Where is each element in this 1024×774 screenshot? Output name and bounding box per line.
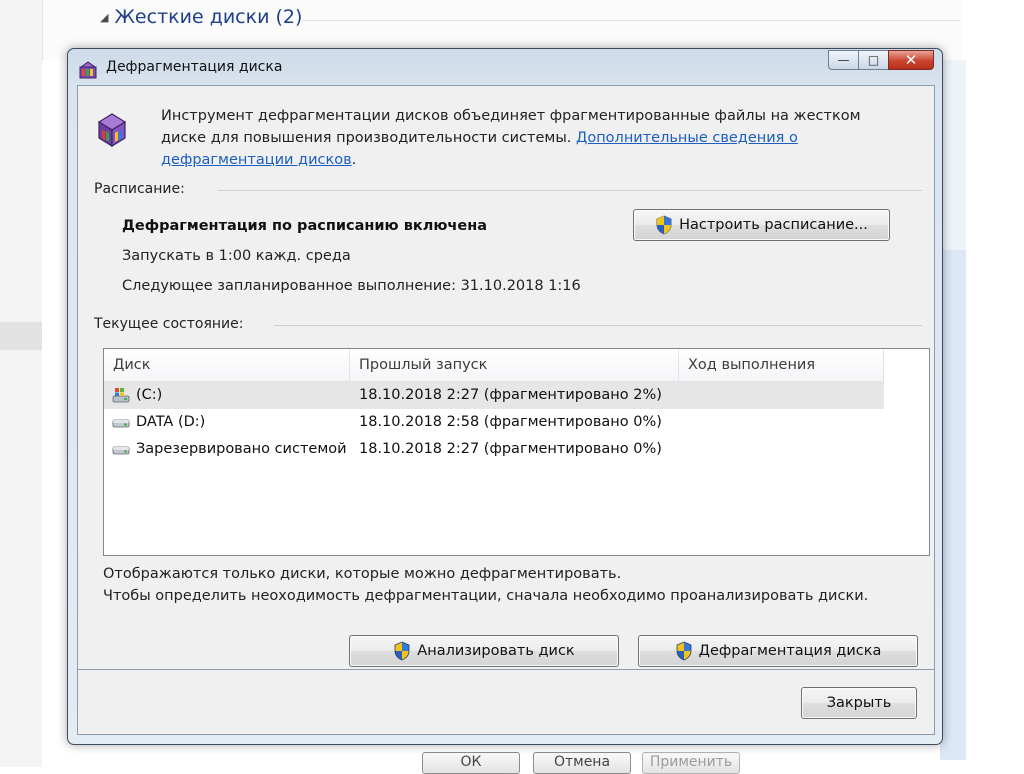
disk-name: DATA (D:) [136, 414, 206, 430]
defrag-app-icon [79, 61, 97, 79]
drive-icon [112, 446, 130, 455]
uac-shield-icon [394, 641, 410, 661]
disk-list: Диск Прошлый запуск Ход выполнения (C:) … [103, 348, 930, 556]
close-window-button[interactable]: ✕ [888, 50, 934, 70]
background-apply-button: Применить [642, 752, 740, 774]
maximize-button[interactable]: □ [858, 50, 888, 70]
current-status-section-label: Текущее состояние: [94, 316, 244, 332]
info-note-analyze: Чтобы определить неоходимость дефрагмент… [103, 588, 869, 604]
background-right-edge [940, 60, 966, 760]
configure-schedule-label: Настроить расписание... [679, 217, 868, 233]
background-left-panel [0, 0, 42, 767]
defrag-dialog: Дефрагментация диска — □ ✕ Инструмент де… [67, 48, 943, 745]
dialog-footer: Закрыть [77, 670, 935, 735]
defragment-disk-button[interactable]: Дефрагментация диска [638, 635, 918, 667]
schedule-divider [218, 190, 922, 191]
tool-description: Инструмент дефрагментации дисков объедин… [161, 105, 931, 171]
background-group-label: Жесткие диски (2) [114, 6, 303, 28]
window-title: Дефрагментация диска [106, 59, 283, 75]
analyze-disk-button[interactable]: Анализировать диск [349, 635, 619, 667]
close-button-label: Закрыть [826, 695, 892, 711]
schedule-section-label: Расписание: [94, 181, 185, 197]
defragment-disk-label: Дефрагментация диска [698, 643, 882, 659]
background-cancel-button: Отмена [533, 752, 631, 774]
background-ok-button: ОК [422, 752, 520, 774]
uac-shield-icon [656, 215, 672, 235]
table-row[interactable]: DATA (D:) 18.10.2018 2:58 (фрагментирова… [104, 409, 884, 436]
table-row[interactable]: (C:) 18.10.2018 2:27 (фрагментировано 2%… [104, 382, 884, 409]
table-row[interactable]: Зарезервировано системой 18.10.2018 2:27… [104, 436, 884, 463]
defrag-tool-icon [97, 113, 127, 148]
background-group-divider [300, 20, 960, 21]
system-drive-icon [112, 388, 130, 403]
analyze-disk-label: Анализировать диск [417, 643, 575, 659]
schedule-run-time: Запускать в 1:00 кажд. среда [122, 248, 351, 264]
description-period: . [351, 152, 357, 168]
disk-list-header: Диск Прошлый запуск Ход выполнения [104, 349, 884, 382]
disk-last-run: 18.10.2018 2:58 (фрагментировано 0%) [359, 414, 662, 430]
close-button[interactable]: Закрыть [801, 687, 917, 719]
background-group-header: ◢ Жесткие диски (2) [100, 6, 302, 28]
disk-name: (C:) [136, 387, 163, 403]
maximize-icon: □ [867, 53, 880, 67]
close-icon: ✕ [904, 51, 918, 69]
disk-name: Зарезервировано системой [136, 441, 347, 457]
collapse-triangle-icon: ◢ [100, 10, 109, 24]
current-status-divider [274, 325, 922, 326]
schedule-next-run: Следующее запланированное выполнение: 31… [122, 278, 581, 294]
uac-shield-icon [676, 641, 692, 661]
configure-schedule-button[interactable]: Настроить расписание... [633, 209, 890, 241]
schedule-status: Дефрагментация по расписанию включена [122, 218, 488, 234]
minimize-icon: — [837, 53, 850, 67]
column-header-last-run[interactable]: Прошлый запуск [350, 349, 679, 381]
window-controls: — □ ✕ [828, 50, 934, 70]
disk-last-run: 18.10.2018 2:27 (фрагментировано 0%) [359, 441, 662, 457]
dialog-content: Инструмент дефрагментации дисков объедин… [77, 85, 935, 670]
info-note-defraggable: Отображаются только диски, которые можно… [103, 566, 622, 582]
column-header-disk[interactable]: Диск [104, 349, 350, 381]
minimize-button[interactable]: — [828, 50, 858, 70]
disk-last-run: 18.10.2018 2:27 (фрагментировано 2%) [359, 387, 662, 403]
column-header-progress[interactable]: Ход выполнения [679, 349, 884, 381]
drive-icon [112, 419, 130, 428]
